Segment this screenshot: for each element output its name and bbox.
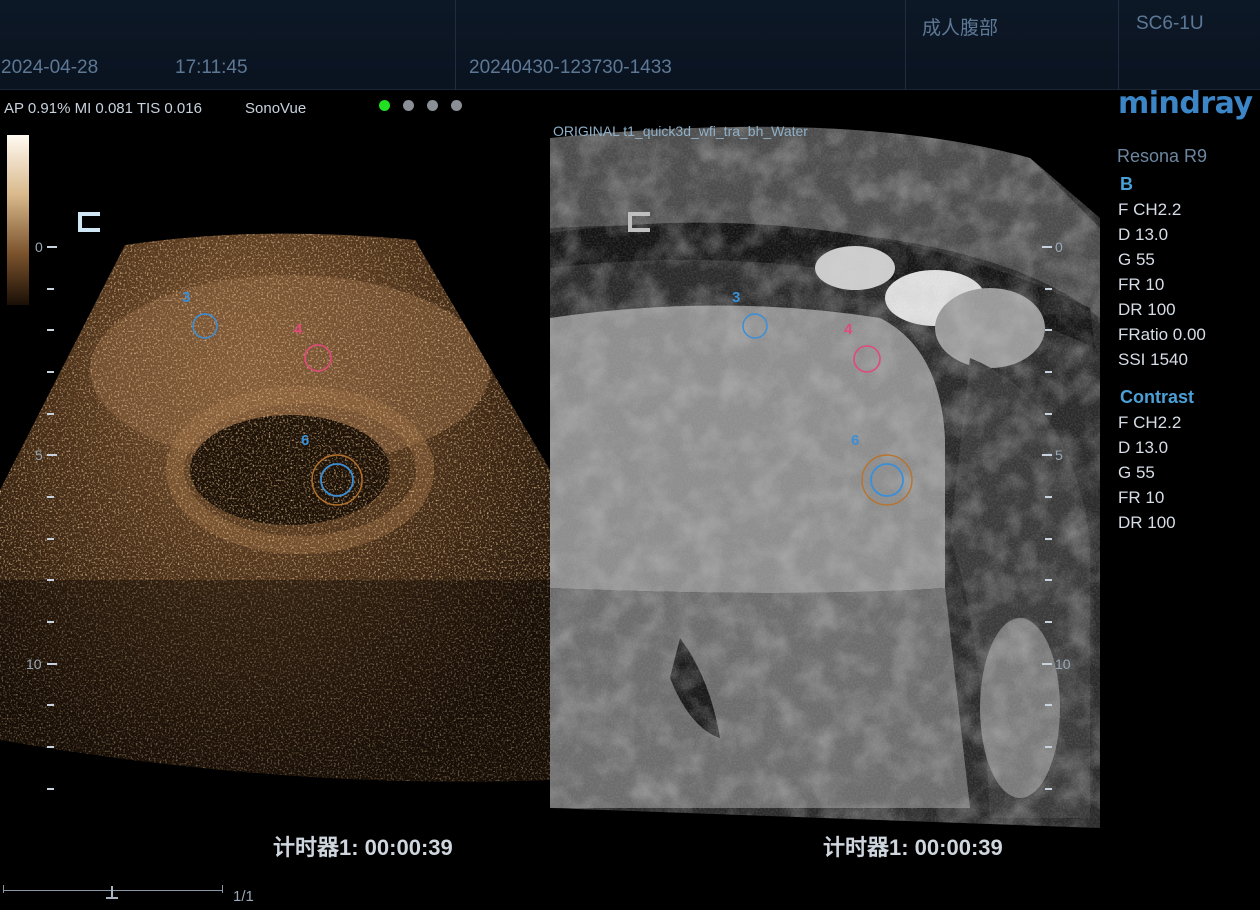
brand-logo: mindray	[1118, 86, 1253, 121]
b-param: F CH2.2	[1118, 200, 1182, 219]
exam-date: 2024-04-28	[1, 57, 99, 78]
page-indicator-dot[interactable]	[379, 100, 390, 111]
depth-tick	[47, 288, 54, 290]
depth-tick	[1045, 579, 1052, 581]
header-divider	[1118, 0, 1119, 90]
contrast-mode-title[interactable]: Contrast	[1120, 387, 1194, 408]
header-bar: 2024-04-28 17:11:45 20240430-123730-1433…	[0, 0, 1260, 90]
mr-roi-label-6: 6	[851, 432, 860, 449]
page-indicator-dot[interactable]	[451, 100, 462, 111]
depth-tick	[1045, 621, 1052, 623]
contrast-param: DR 100	[1118, 513, 1176, 532]
page-indicator-dot[interactable]	[427, 100, 438, 111]
b-param: G 55	[1118, 250, 1155, 269]
timer-left: 计时器1: 00:00:39	[273, 835, 453, 860]
header-divider	[905, 0, 906, 90]
exam-preset[interactable]: 成人腹部	[922, 13, 998, 40]
contrast-agent: SonoVue	[245, 100, 307, 117]
depth-tick	[1045, 413, 1052, 415]
cine-page-counter: 1/1	[233, 888, 254, 905]
depth-tick	[1042, 454, 1052, 456]
depth-tick	[1045, 746, 1052, 748]
b-param: DR 100	[1118, 300, 1176, 319]
depth-tick	[1042, 246, 1052, 248]
depth-tick	[1045, 788, 1052, 790]
orientation-marker	[78, 212, 100, 232]
b-param: D 13.0	[1118, 225, 1169, 244]
contrast-param: F CH2.2	[1118, 413, 1182, 432]
contrast-param: G 55	[1118, 463, 1155, 482]
depth-tick	[47, 496, 54, 498]
device-model: Resona R9	[1117, 146, 1208, 166]
exam-id: 20240430-123730-1433	[469, 57, 672, 78]
depth-tick	[47, 621, 54, 623]
cine-end-cap	[222, 885, 223, 893]
depth-tick	[47, 663, 57, 665]
depth-tick	[47, 246, 57, 248]
depth-label-5: 5	[35, 447, 43, 463]
b-mode-title[interactable]: B	[1120, 174, 1133, 195]
depth-tick	[47, 371, 54, 373]
cine-progress-bar[interactable]	[3, 890, 223, 891]
depth-label-0: 0	[1055, 239, 1063, 255]
depth-label-0: 0	[35, 239, 43, 255]
b-param: FRatio 0.00	[1118, 325, 1206, 344]
b-param: SSI 1540	[1118, 350, 1188, 369]
timer-right: 计时器1: 00:00:39	[823, 835, 1003, 860]
exam-time: 17:11:45	[175, 57, 248, 78]
depth-tick	[1045, 496, 1052, 498]
depth-tick	[1045, 538, 1052, 540]
acoustic-output: AP 0.91% MI 0.081 TIS 0.016	[4, 100, 202, 117]
contrast-param: FR 10	[1118, 488, 1165, 507]
depth-tick	[47, 788, 54, 790]
probe-name[interactable]: SC6-1U	[1136, 13, 1204, 35]
roi-label-6: 6	[301, 432, 310, 449]
cine-start-cap	[3, 885, 4, 893]
roi-label-4: 4	[294, 321, 303, 338]
contrast-param: D 13.0	[1118, 438, 1169, 457]
depth-label-10: 10	[1055, 656, 1071, 672]
b-param: FR 10	[1118, 275, 1165, 294]
depth-tick	[1045, 371, 1052, 373]
depth-tick	[47, 704, 54, 706]
depth-tick	[47, 579, 54, 581]
roi-label-3: 3	[182, 289, 191, 306]
mr-series-title: ORIGINAL t1_quick3d_wfi_tra_bh_Water	[553, 123, 808, 139]
header-divider	[455, 0, 456, 90]
page-indicator-dot[interactable]	[403, 100, 414, 111]
depth-tick	[1045, 704, 1052, 706]
contrast-ultrasound-image[interactable]	[0, 140, 550, 800]
depth-label-5: 5	[1055, 447, 1063, 463]
depth-tick	[1045, 329, 1052, 331]
mr-roi-label-4: 4	[844, 321, 853, 338]
depth-tick	[47, 746, 54, 748]
depth-tick	[1042, 663, 1052, 665]
depth-tick	[47, 538, 54, 540]
depth-label-10: 10	[26, 656, 42, 672]
cine-playhead-base	[106, 897, 118, 899]
orientation-marker	[628, 212, 650, 232]
mr-roi-label-3: 3	[732, 289, 741, 306]
depth-tick	[47, 454, 57, 456]
depth-tick	[47, 413, 54, 415]
depth-tick	[47, 329, 54, 331]
depth-tick	[1045, 288, 1052, 290]
